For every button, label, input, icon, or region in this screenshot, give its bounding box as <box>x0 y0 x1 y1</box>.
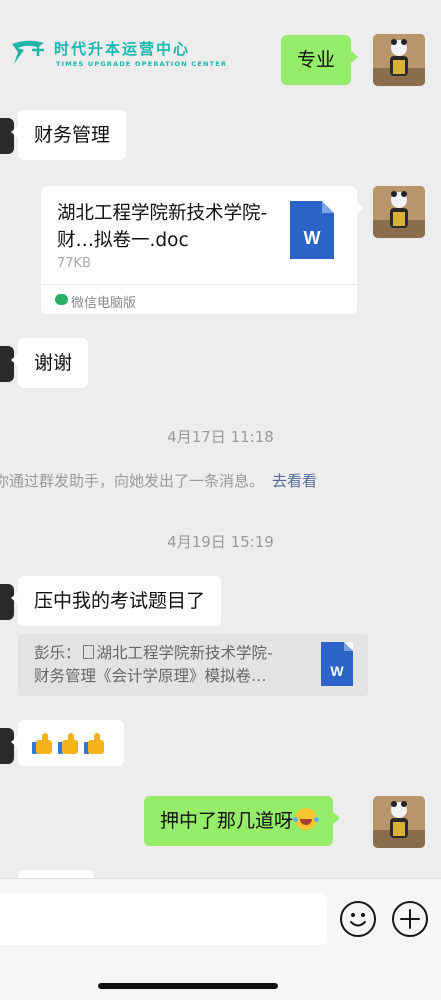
smile-icon <box>350 913 366 927</box>
my-avatar[interactable] <box>373 186 425 238</box>
message-bubble-received[interactable] <box>11 720 124 766</box>
word-document-icon: W <box>290 201 334 259</box>
panda-avatar-icon <box>373 186 425 238</box>
panda-avatar-icon <box>373 34 425 86</box>
thumbs-up-icon <box>58 732 82 756</box>
file-size: 77KB <box>57 256 91 271</box>
plus-icon <box>400 909 420 929</box>
message-input[interactable] <box>0 893 327 945</box>
file-message-card[interactable]: 湖北工程学院新技术学院-财…拟卷一.doc 77KB W 微信电脑版 <box>41 186 364 314</box>
laughing-emoji-icon <box>293 808 318 830</box>
message-bubble-received[interactable]: 压中我的考试题目了 <box>10 576 222 626</box>
message-bubble-received[interactable]: 谢谢 <box>10 338 89 388</box>
view-link[interactable]: 去看看 <box>272 472 317 490</box>
document-icon <box>82 645 94 659</box>
watermark-logo: 时代升本运营中心 TIMES UPGRADE OPERATION CENTER <box>8 36 238 76</box>
quote-line-1: 湖北工程学院新技术学院- <box>96 644 273 662</box>
thumbs-up-icon <box>32 732 56 756</box>
message-bubble-received[interactable]: 财务管理 <box>10 110 127 160</box>
quote-line-2: 财务管理《会计学原理》模拟卷… <box>34 667 267 685</box>
file-name: 湖北工程学院新技术学院-财…拟卷一.doc <box>57 203 268 251</box>
timestamp: 4月19日 15:19 <box>167 533 274 551</box>
plus-button[interactable] <box>392 901 428 937</box>
wechat-icon <box>55 294 68 305</box>
quote-sender: 彭乐： <box>34 644 81 662</box>
timestamp: 4月17日 11:18 <box>167 428 274 446</box>
logo-mark-icon <box>12 40 44 64</box>
quote-text: 彭乐： 湖北工程学院新技术学院- 财务管理《会计学原理》模拟卷… <box>34 642 324 688</box>
my-avatar[interactable] <box>373 34 425 86</box>
message-bubble-sent[interactable]: 押中了那几道呀 <box>144 796 341 846</box>
thumbs-up-icon <box>84 732 108 756</box>
emoji-button[interactable] <box>340 901 376 937</box>
divider <box>41 284 357 285</box>
message-text: 押中了那几道呀 <box>160 810 294 832</box>
home-indicator <box>98 983 278 989</box>
message-bubble-sent[interactable]: 专业 <box>281 35 359 85</box>
quoted-message[interactable]: 彭乐： 湖北工程学院新技术学院- 财务管理《会计学原理》模拟卷… W <box>18 634 368 696</box>
file-source-label: 微信电脑版 <box>71 296 137 311</box>
system-message-text: 你通过群发助手，向她发出了一条消息。 <box>0 472 265 490</box>
logo-subtitle: TIMES UPGRADE OPERATION CENTER <box>56 60 228 68</box>
word-document-icon: W <box>321 642 353 686</box>
input-bar <box>0 878 441 1000</box>
system-message: 你通过群发助手，向她发出了一条消息。 去看看 <box>0 470 317 491</box>
panda-avatar-icon <box>373 796 425 848</box>
my-avatar[interactable] <box>373 796 425 848</box>
logo-title: 时代升本运营中心 <box>54 40 191 58</box>
